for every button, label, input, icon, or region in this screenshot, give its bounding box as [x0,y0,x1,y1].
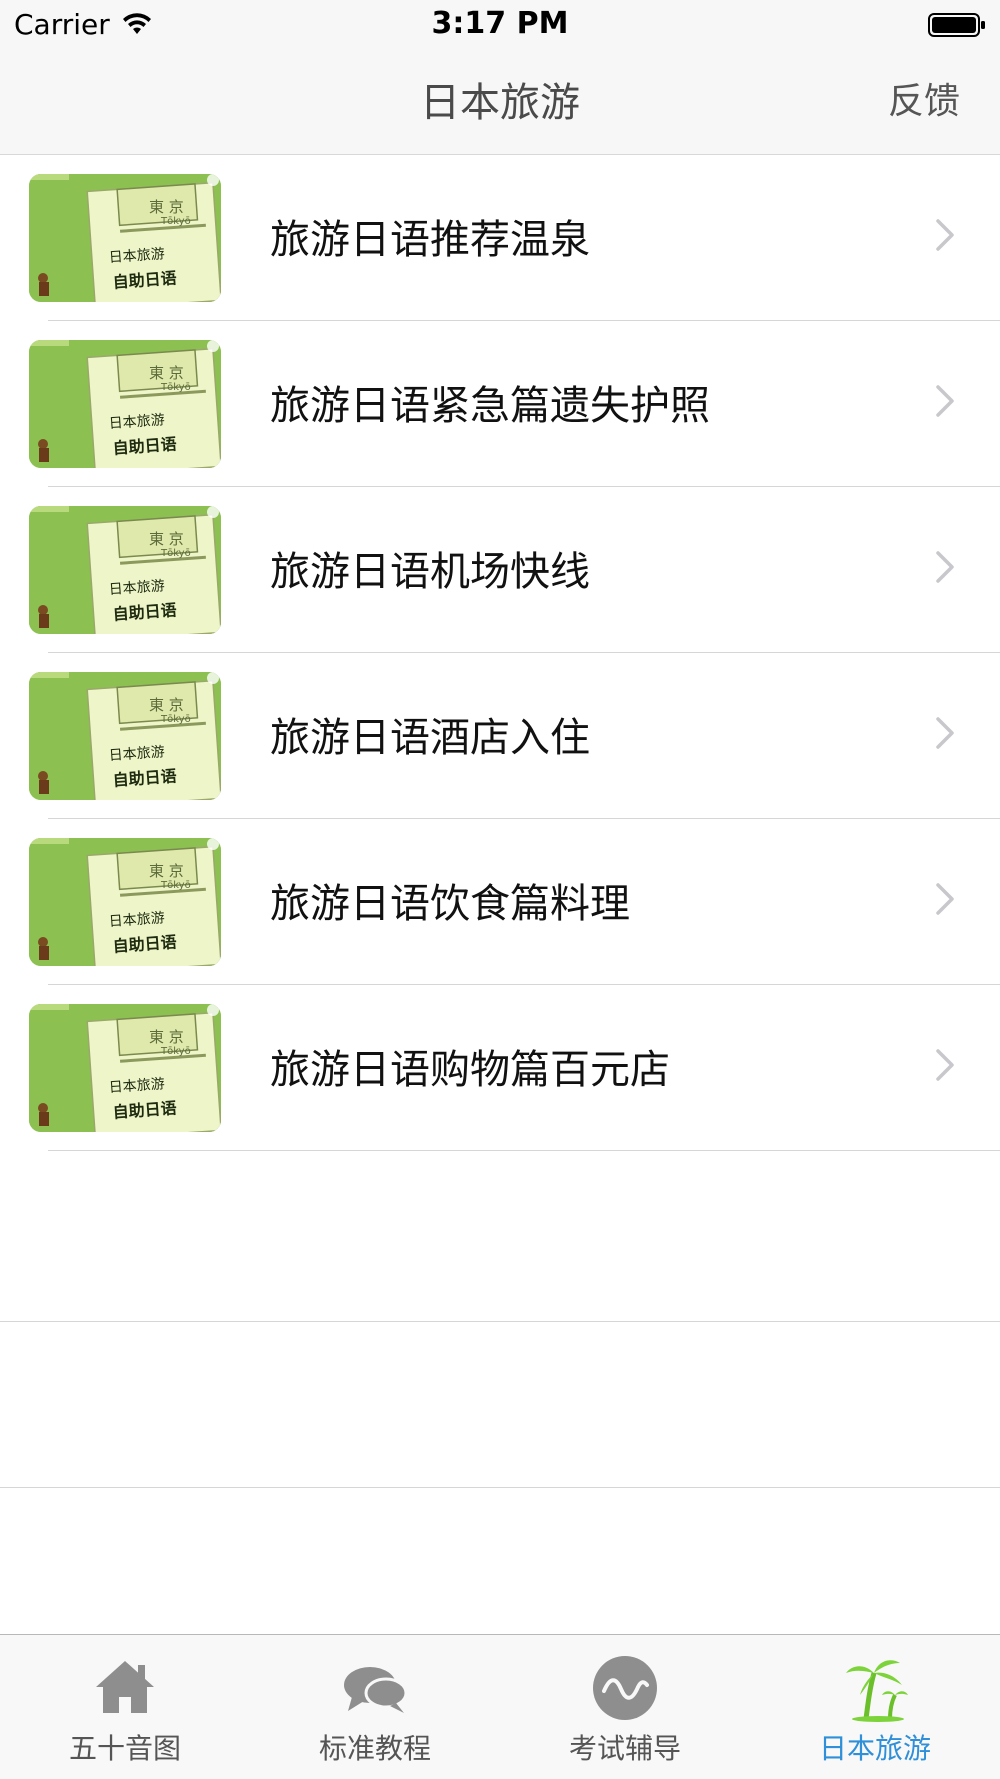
svg-text:東 京: 東 京 [149,1028,184,1046]
home-icon [96,1661,154,1713]
list-item[interactable]: 東 京 Tōkyō 日本旅游 自助日语 旅游日语购物篇百元店 [0,985,1000,1151]
list-item[interactable]: 東 京 Tōkyō 日本旅游 自助日语 旅游日语机场快线 [0,487,1000,653]
feedback-button[interactable]: 反馈 [888,72,960,124]
status-time: 3:17 PM [431,6,569,41]
tab-bar: 五十音图 标准教程 考试辅导 日本旅游 [0,1634,1000,1779]
svg-text:Tōkyō: Tōkyō [160,382,191,393]
palm-tree-icon [846,1660,908,1722]
list-item[interactable]: 東 京 Tōkyō 日本旅游 自助日语 旅游日语推荐温泉 [0,155,1000,321]
svg-text:東 京: 東 京 [149,862,184,880]
wave-circle-icon [593,1656,657,1720]
chevron-right-icon [936,551,954,583]
svg-text:Tōkyō: Tōkyō [160,216,191,227]
chevron-right-icon [936,219,954,251]
tab-label: 日本旅游 [818,1732,931,1765]
row-separator [48,1150,1000,1151]
list-item-title: 旅游日语推荐温泉 [270,217,590,263]
thumbnail-image: 東 京 Tōkyō 日本旅游 自助日语 [29,340,221,468]
svg-text:Tōkyō: Tōkyō [160,714,191,725]
chevron-right-icon [936,883,954,915]
thumbnail-image: 東 京 Tōkyō 日本旅游 自助日语 [29,838,221,966]
list-item[interactable]: 東 京 Tōkyō 日本旅游 自助日语 旅游日语酒店入住 [0,653,1000,819]
tab-japan-travel[interactable]: 日本旅游 [750,1635,1000,1779]
thumbnail-image: 東 京 Tōkyō 日本旅游 自助日语 [29,174,221,302]
svg-text:Tōkyō: Tōkyō [160,1046,191,1057]
list-item[interactable]: 東 京 Tōkyō 日本旅游 自助日语 旅游日语紧急篇遗失护照 [0,321,1000,487]
battery-icon [928,13,985,37]
tab-exam-guidance[interactable]: 考试辅导 [500,1635,750,1779]
status-bar: Carrier 3:17 PM [0,0,1000,50]
svg-text:東 京: 東 京 [149,364,184,382]
thumbnail-image: 東 京 Tōkyō 日本旅游 自助日语 [29,506,221,634]
thumbnail-image: 東 京 Tōkyō 日本旅游 自助日语 [29,1004,221,1132]
chevron-right-icon [936,385,954,417]
list-item-title: 旅游日语机场快线 [270,549,590,595]
tab-gojuon[interactable]: 五十音图 [0,1635,250,1779]
thumbnail-image: 東 京 Tōkyō 日本旅游 自助日语 [29,672,221,800]
list-item[interactable]: 東 京 Tōkyō 日本旅游 自助日语 旅游日语饮食篇料理 [0,819,1000,985]
tab-label: 考试辅导 [568,1732,681,1765]
list-item-title: 旅游日语购物篇百元店 [270,1047,670,1093]
list-item-title: 旅游日语酒店入住 [270,715,590,761]
svg-text:東 京: 東 京 [149,696,184,714]
empty-row-separator [0,1321,1000,1322]
svg-text:Tōkyō: Tōkyō [160,880,191,891]
chevron-right-icon [936,717,954,749]
svg-text:Tōkyō: Tōkyō [160,548,191,559]
navigation-bar: 日本旅游 反馈 [0,50,1000,155]
lesson-list: 東 京 Tōkyō 日本旅游 自助日语 旅游日语推荐温泉東 京 Tōkyō 日本旅游 自助日语… [0,155,1000,1151]
tab-label: 五十音图 [68,1732,181,1765]
empty-row-separator [0,1487,1000,1488]
tab-standard-course[interactable]: 标准教程 [250,1635,500,1779]
chat-bubbles-icon [344,1667,408,1713]
svg-text:東 京: 東 京 [149,198,184,216]
page-title: 日本旅游 [420,80,580,126]
chevron-right-icon [936,1049,954,1081]
list-item-title: 旅游日语饮食篇料理 [270,881,630,927]
svg-text:東 京: 東 京 [149,530,184,548]
tab-label: 标准教程 [318,1732,431,1765]
list-item-title: 旅游日语紧急篇遗失护照 [270,383,710,429]
